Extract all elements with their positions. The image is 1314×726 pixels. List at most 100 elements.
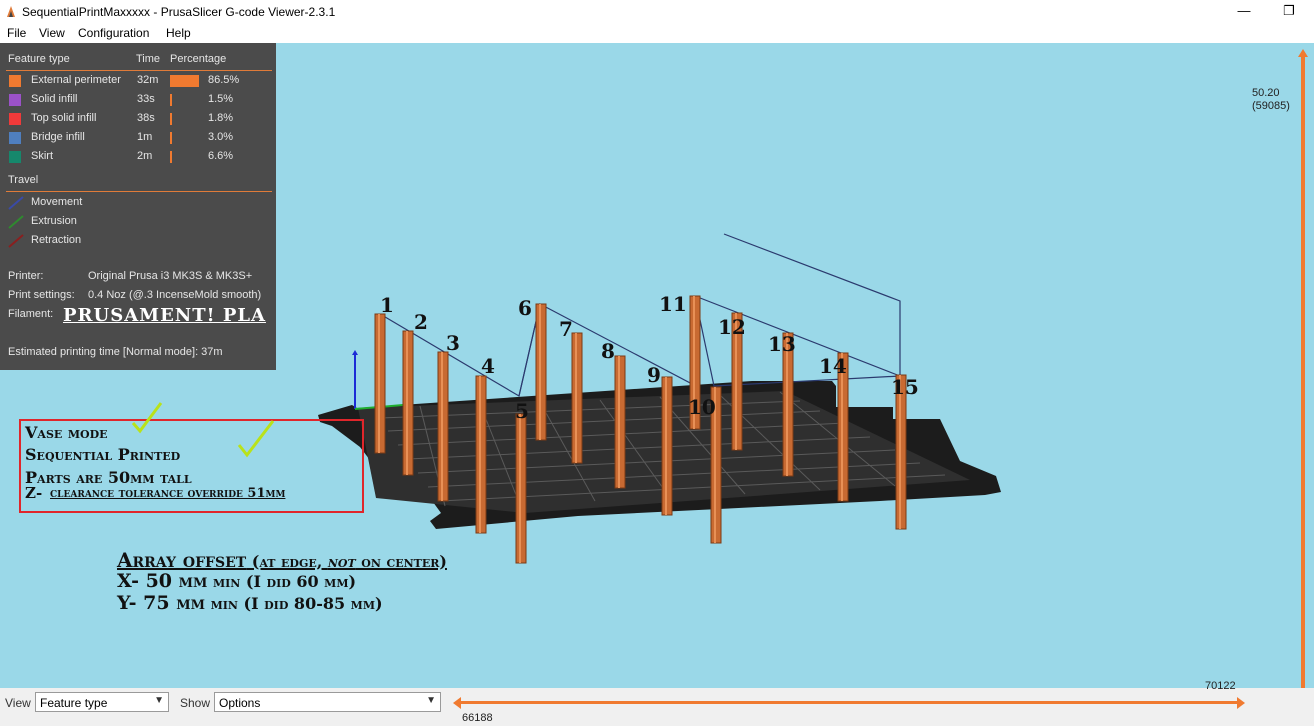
array-offset-title: Array offset (at edge, not on center) <box>117 548 447 572</box>
color-swatch <box>9 113 21 125</box>
part-number-14: 14 <box>819 354 847 378</box>
layer-slider-track[interactable] <box>1301 55 1305 688</box>
gcode-3d-viewport[interactable]: Feature type Time Percentage External pe… <box>0 43 1314 688</box>
part-number-10: 10 <box>688 395 716 419</box>
restore-button[interactable]: ❐ <box>1269 2 1309 22</box>
feature-time: 33s <box>137 93 155 105</box>
move-slider-left-handle[interactable] <box>451 696 463 710</box>
part-number-9: 9 <box>647 363 661 387</box>
menu-view[interactable]: View <box>39 26 65 40</box>
part-number-5: 5 <box>515 399 529 423</box>
filament-label: Filament: <box>8 308 54 320</box>
printed-part-highlight <box>519 414 521 563</box>
y-offset-value: Y- 75 mm <box>117 592 205 614</box>
x-offset-detail: min (I did 60 mm) <box>207 572 357 591</box>
feature-percentage: 1.8% <box>208 112 234 124</box>
legend-item-retraction[interactable]: Retraction <box>0 232 276 251</box>
array-offset-qualifier: (at edge, <box>246 552 328 571</box>
legend-item-extrusion[interactable]: Extrusion <box>0 213 276 232</box>
part-number-11: 11 <box>659 292 687 316</box>
array-offset-not: not <box>327 552 356 571</box>
feature-time: 2m <box>137 150 153 162</box>
view-type-select[interactable]: Feature type ▼ <box>35 692 169 712</box>
menu-configuration[interactable]: Configuration <box>78 26 149 40</box>
layer-slider-top-handle[interactable] <box>1297 47 1309 59</box>
feature-label: External perimeter <box>31 74 121 86</box>
printed-part-highlight <box>539 304 541 440</box>
checkmark-icon <box>131 402 163 434</box>
menu-bar: File View Configuration Help <box>0 24 1314 43</box>
printed-part-highlight <box>479 376 481 533</box>
printed-part-highlight <box>618 356 620 488</box>
travel-label: Movement <box>31 196 83 208</box>
parts-height-note: Parts are 50mm tall <box>25 468 192 487</box>
minimize-button[interactable]: — <box>1224 2 1264 22</box>
legend-item-movement[interactable]: Movement <box>0 194 276 213</box>
legend-item-bridge-infill[interactable]: Bridge infill 1m 3.0% <box>0 129 276 148</box>
layer-height-value: 50.20 <box>1252 87 1280 99</box>
color-swatch <box>9 132 21 144</box>
legend-separator <box>6 191 272 192</box>
travel-header: Travel <box>8 174 39 186</box>
part-number-2: 2 <box>414 310 428 334</box>
window-title: SequentialPrintMaxxxxx - PrusaSlicer G-c… <box>22 5 336 19</box>
layer-move-value: (59085) <box>1252 100 1290 112</box>
percentage-bar <box>170 113 172 125</box>
part-number-6: 6 <box>518 296 532 320</box>
legend-header-percentage: Percentage <box>170 53 227 65</box>
menu-file[interactable]: File <box>7 26 26 40</box>
extrusion-line-icon <box>8 215 24 229</box>
color-swatch <box>9 75 21 87</box>
estimated-printing-time: Estimated printing time [Normal mode]: 3… <box>8 346 223 358</box>
legend-header-feature: Feature type <box>8 53 70 65</box>
show-options-select[interactable]: Options ▼ <box>214 692 441 712</box>
percentage-bar <box>170 75 199 87</box>
x-offset-value: X- 50 mm <box>117 570 208 592</box>
color-swatch <box>9 151 21 163</box>
move-slider-left-value: 66188 <box>462 712 493 724</box>
percentage-bar <box>170 132 172 144</box>
menu-help[interactable]: Help <box>166 26 191 40</box>
chevron-down-icon: ▼ <box>154 695 164 706</box>
y-offset-detail: min (I did 80-85 mm) <box>205 594 383 613</box>
color-swatch <box>9 94 21 106</box>
bottom-toolbar: View Feature type ▼ Show Options ▼ 70122… <box>0 680 1314 726</box>
layer-slider-top-label: 50.20 (59085) <box>1252 87 1290 113</box>
legend-item-skirt[interactable]: Skirt 2m 6.6% <box>0 148 276 167</box>
title-bar: SequentialPrintMaxxxxx - PrusaSlicer G-c… <box>0 0 1314 24</box>
feature-percentage: 6.6% <box>208 150 234 162</box>
part-number-13: 13 <box>768 332 796 356</box>
retraction-line-icon <box>8 234 24 248</box>
feature-label: Skirt <box>31 150 53 162</box>
print-settings-label: Print settings: <box>8 289 75 301</box>
part-number-4: 4 <box>481 354 495 378</box>
chevron-down-icon: ▼ <box>426 695 436 706</box>
move-slider-right-handle[interactable] <box>1235 696 1247 710</box>
legend-item-external-perimeter[interactable]: External perimeter 32m 86.5% <box>0 72 276 91</box>
view-type-value: Feature type <box>40 696 108 710</box>
feature-time: 32m <box>137 74 159 86</box>
feature-label: Solid infill <box>31 93 78 105</box>
percentage-bar <box>170 94 172 106</box>
part-number-12: 12 <box>718 315 746 339</box>
move-slider-track[interactable] <box>458 701 1240 704</box>
legend-item-solid-infill[interactable]: Solid infill 33s 1.5% <box>0 91 276 110</box>
feature-label: Top solid infill <box>31 112 97 124</box>
legend-item-top-solid-infill[interactable]: Top solid infill 38s 1.8% <box>0 110 276 129</box>
z-clearance-note: clearance tolerance override 51mm <box>50 486 286 501</box>
view-label: View <box>5 696 31 710</box>
prusaslicer-app-icon <box>7 6 15 17</box>
printed-part-highlight <box>575 333 577 463</box>
legend-panel: Feature type Time Percentage External pe… <box>0 43 276 370</box>
part-number-1: 1 <box>380 293 394 317</box>
printer-value: Original Prusa i3 MK3S & MK3S+ <box>88 270 253 282</box>
feature-time: 1m <box>137 131 153 143</box>
filament-value: PRUSAMENT! PLA <box>63 305 266 326</box>
show-options-value: Options <box>219 696 261 710</box>
z-clearance-prefix: Z- <box>25 484 43 502</box>
printed-part-highlight <box>406 331 408 475</box>
legend-header-time: Time <box>136 53 161 65</box>
move-slider-right-value: 70122 <box>1205 680 1236 692</box>
part-number-3: 3 <box>446 331 460 355</box>
array-offset-qualifier-end: on center) <box>355 552 447 571</box>
